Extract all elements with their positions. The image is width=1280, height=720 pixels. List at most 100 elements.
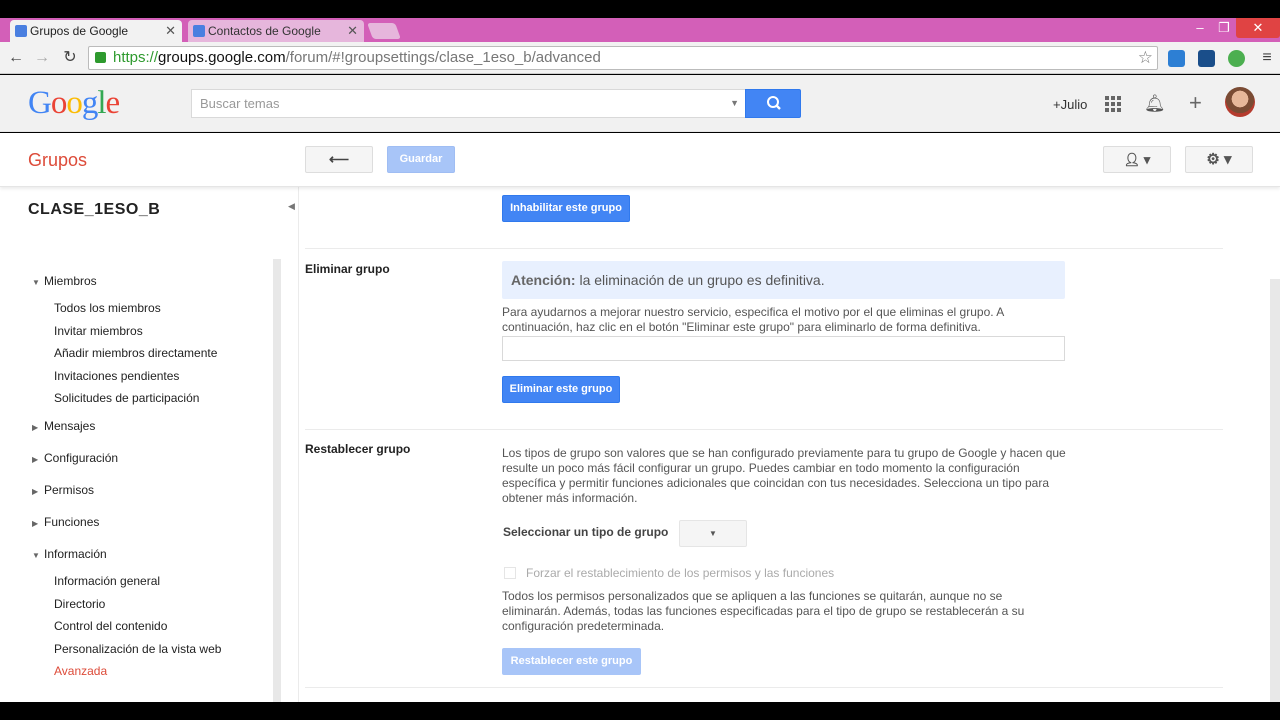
sidebar-item-label: Miembros bbox=[44, 274, 97, 288]
person-settings-icon: 👤︎ ▾ bbox=[1123, 152, 1151, 167]
search-input[interactable]: Buscar temas ▼ bbox=[191, 89, 746, 118]
manage-members-button[interactable]: 👤︎ ▾ bbox=[1103, 146, 1171, 173]
sidebar-item-informacion[interactable]: ▼ Información bbox=[32, 547, 107, 561]
collapse-sidebar-icon[interactable]: ◀ bbox=[288, 201, 295, 212]
avatar[interactable] bbox=[1225, 87, 1255, 117]
force-reset-checkbox[interactable] bbox=[504, 567, 516, 579]
contacts-favicon-icon bbox=[193, 25, 205, 37]
delete-description: Para ayudarnos a mejorar nuestro servici… bbox=[502, 305, 1004, 334]
sidebar-item-avanzada[interactable]: Avanzada bbox=[54, 664, 107, 678]
notifications-bell-icon[interactable]: 🔔︎ bbox=[1144, 94, 1166, 114]
notice-text: la eliminación de un grupo es definitiva… bbox=[575, 272, 825, 288]
search-button[interactable] bbox=[745, 89, 801, 118]
new-tab-button[interactable] bbox=[367, 23, 401, 39]
collapsed-triangle-icon: ▶ bbox=[32, 455, 39, 464]
sidebar-item-label: Mensajes bbox=[44, 419, 96, 433]
sidebar-item-control-contenido[interactable]: Control del contenido bbox=[54, 619, 167, 633]
reset-note: Todos los permisos personalizados que se… bbox=[502, 589, 1025, 633]
sidebar-item-label: Funciones bbox=[44, 515, 100, 529]
apps-grid-icon[interactable] bbox=[1105, 96, 1121, 112]
extension-evernote-icon[interactable] bbox=[1228, 50, 1245, 67]
group-type-select[interactable]: ▼ bbox=[679, 520, 747, 547]
close-tab-icon[interactable]: ✕ bbox=[347, 20, 358, 42]
sidebar-item-directorio[interactable]: Directorio bbox=[54, 597, 105, 611]
sidebar-scrollbar[interactable] bbox=[273, 259, 281, 702]
sidebar-item-configuracion[interactable]: ▶ Configuración bbox=[32, 451, 118, 465]
tab-label: Contactos de Google bbox=[208, 24, 321, 38]
browser-toolbar: ← → ↻ https://groups.google.com/forum/#!… bbox=[0, 42, 1280, 74]
url-host: groups.google.com bbox=[158, 49, 286, 66]
extension-camera-icon[interactable] bbox=[1198, 50, 1215, 67]
group-type-label: Seleccionar un tipo de grupo bbox=[503, 525, 669, 539]
url-scheme: https:// bbox=[113, 49, 159, 66]
app-title[interactable]: Grupos bbox=[28, 150, 87, 171]
gear-icon: ⚙ ▾ bbox=[1206, 151, 1232, 168]
collapsed-triangle-icon: ▶ bbox=[32, 423, 39, 432]
group-name: CLASE_1ESO_B bbox=[28, 201, 161, 218]
tab-grupos[interactable]: Grupos de Google ✕ bbox=[10, 20, 182, 42]
google-header: Google Buscar temas ▼ +Julio 🔔︎ + bbox=[0, 75, 1280, 132]
reset-group-button[interactable]: Restablecer este grupo bbox=[502, 648, 641, 675]
main-scrollbar[interactable] bbox=[1270, 279, 1280, 702]
groups-app-bar: Grupos ⟵ Guardar 👤︎ ▾ ⚙ ▾ bbox=[0, 133, 1280, 187]
section-divider bbox=[305, 429, 1223, 430]
groups-favicon-icon bbox=[15, 25, 27, 37]
sidebar-item-miembros[interactable]: ▼ Miembros bbox=[32, 274, 97, 288]
section-divider bbox=[305, 687, 1223, 688]
save-button[interactable]: Guardar bbox=[387, 146, 455, 173]
tab-label: Grupos de Google bbox=[30, 24, 129, 38]
sidebar-item-solicitudes[interactable]: Solicitudes de participación bbox=[54, 391, 199, 405]
tab-contactos[interactable]: Contactos de Google ✕ bbox=[188, 20, 364, 42]
google-logo[interactable]: Google bbox=[28, 85, 120, 122]
sidebar-item-personalizacion[interactable]: Personalización de la vista web bbox=[54, 642, 221, 656]
content-divider bbox=[298, 187, 299, 702]
sidebar-item-label: Permisos bbox=[44, 483, 95, 497]
expanded-triangle-icon: ▼ bbox=[32, 551, 40, 560]
url-path: /forum/#!groupsettings/clase_1eso_b/adva… bbox=[285, 49, 601, 66]
extension-d-icon[interactable] bbox=[1168, 50, 1185, 67]
search-placeholder: Buscar temas bbox=[200, 96, 280, 111]
sidebar-item-mensajes[interactable]: ▶ Mensajes bbox=[32, 419, 95, 433]
section-divider bbox=[305, 248, 1223, 249]
lock-icon bbox=[95, 52, 106, 63]
chevron-down-icon: ▼ bbox=[709, 529, 717, 538]
sidebar-item-invitaciones[interactable]: Invitaciones pendientes bbox=[54, 369, 179, 383]
maximize-button[interactable]: ❐ bbox=[1210, 18, 1238, 38]
sidebar-item-info-general[interactable]: Información general bbox=[54, 574, 160, 588]
settings-page: CLASE_1ESO_B ◀ ▼ Miembros Todos los miemb… bbox=[0, 187, 1280, 702]
close-tab-icon[interactable]: ✕ bbox=[165, 20, 176, 42]
sidebar-item-invitar[interactable]: Invitar miembros bbox=[54, 324, 143, 338]
sidebar-item-label: Información bbox=[44, 547, 107, 561]
sidebar-item-funciones[interactable]: ▶ Funciones bbox=[32, 515, 99, 529]
expanded-triangle-icon: ▼ bbox=[32, 278, 40, 287]
delete-group-label: Eliminar grupo bbox=[305, 262, 390, 276]
sidebar-item-anadir[interactable]: Añadir miembros directamente bbox=[54, 346, 217, 360]
user-profile-link[interactable]: +Julio bbox=[1053, 97, 1087, 112]
back-arrow-icon[interactable]: ← bbox=[6, 48, 26, 68]
share-plus-icon[interactable]: + bbox=[1189, 90, 1202, 116]
delete-warning-notice: Atención: la eliminación de un grupo es … bbox=[502, 261, 1065, 299]
address-bar[interactable]: https://groups.google.com/forum/#!groups… bbox=[88, 46, 1158, 70]
notice-strong: Atención: bbox=[511, 272, 576, 288]
chrome-menu-icon[interactable]: ≡ bbox=[1257, 48, 1277, 68]
collapsed-triangle-icon: ▶ bbox=[32, 519, 39, 528]
browser-titlebar: Grupos de Google ✕ Contactos de Google ✕… bbox=[0, 18, 1280, 42]
delete-reason-input[interactable] bbox=[502, 336, 1065, 361]
reload-icon[interactable]: ↻ bbox=[60, 48, 80, 68]
settings-button[interactable]: ⚙ ▾ bbox=[1185, 146, 1253, 173]
close-window-button[interactable]: ✕ bbox=[1236, 18, 1280, 38]
disable-group-button[interactable]: Inhabilitar este grupo bbox=[502, 195, 630, 222]
bottom-bar bbox=[0, 702, 1280, 720]
back-button[interactable]: ⟵ bbox=[305, 146, 373, 173]
force-reset-label: Forzar el restablecimiento de los permis… bbox=[526, 566, 835, 580]
delete-group-button[interactable]: Eliminar este grupo bbox=[502, 376, 620, 403]
sidebar-item-todos-miembros[interactable]: Todos los miembros bbox=[54, 301, 161, 315]
reset-group-label: Restablecer grupo bbox=[305, 442, 411, 456]
sidebar-item-permisos[interactable]: ▶ Permisos bbox=[32, 483, 94, 497]
bookmark-star-icon[interactable]: ☆ bbox=[1138, 47, 1153, 69]
search-icon bbox=[767, 96, 781, 110]
forward-arrow-icon[interactable]: → bbox=[32, 48, 52, 68]
collapsed-triangle-icon: ▶ bbox=[32, 487, 39, 496]
search-options-dropdown-icon[interactable]: ▼ bbox=[730, 90, 739, 117]
reset-description: Los tipos de grupo son valores que se ha… bbox=[502, 446, 1066, 505]
